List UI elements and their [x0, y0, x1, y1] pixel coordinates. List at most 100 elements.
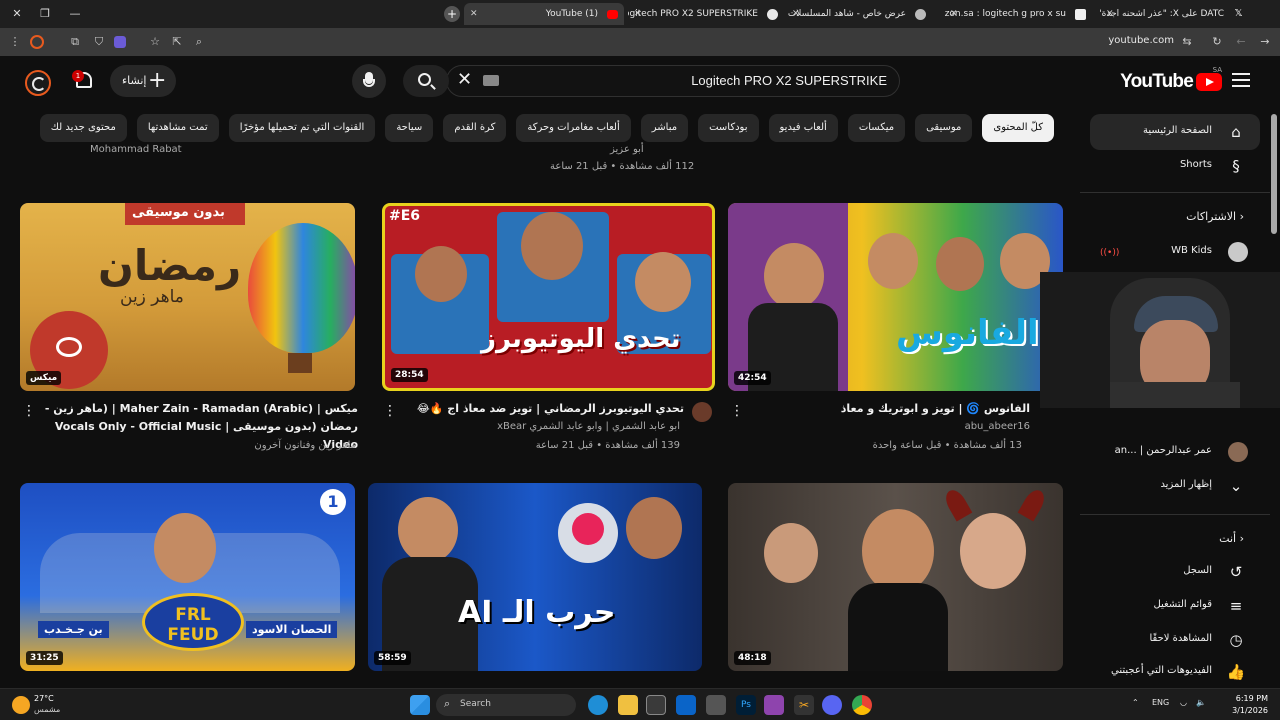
scroll-thumb[interactable]: [1271, 114, 1277, 234]
video-channel[interactable]: ماهر زين وفنانون آخرون: [40, 440, 356, 451]
store-icon[interactable]: [646, 695, 666, 715]
channel-avatar[interactable]: [692, 402, 712, 422]
discord-icon[interactable]: [822, 695, 842, 715]
sidebar-item-label: المشاهدة لاحقًا: [1149, 633, 1212, 644]
sidebar-show-more[interactable]: ⌄ إظهار المزيد: [1090, 468, 1260, 504]
sidebar-scrollbar[interactable]: [1271, 108, 1277, 688]
chip-tourism[interactable]: سياحة: [385, 114, 434, 142]
chip-recently-uploaded[interactable]: القنوات التي تم تحميلها مؤخرًا: [228, 114, 376, 142]
account-avatar[interactable]: [25, 70, 51, 96]
sidebar-you-heading[interactable]: أنت ›: [1219, 532, 1244, 545]
video-thumbnail[interactable]: الفانوس 42:54: [728, 203, 1063, 391]
back-icon[interactable]: →: [1256, 33, 1274, 51]
language-indicator[interactable]: ENG: [1152, 698, 1169, 707]
chip-football[interactable]: كرة القدم: [443, 114, 507, 142]
editor-icon[interactable]: [764, 695, 784, 715]
minimize-window-icon[interactable]: —: [64, 4, 86, 24]
video-title[interactable]: تحدي اليوتيوبرز الرمضاني | تويز ضد معاذ …: [400, 400, 684, 418]
capcut-icon[interactable]: ✂: [794, 695, 814, 715]
tab-amazon[interactable]: ✕ Amazon.sa : logitech g pro x su: [944, 3, 1092, 25]
clock-icon: ◷: [1229, 631, 1243, 649]
devil-horn-icon: [1017, 486, 1049, 522]
chip-mixes[interactable]: ميكسات: [847, 114, 906, 142]
more-actions-icon[interactable]: ⋮: [383, 403, 397, 419]
chip-video-games[interactable]: ألعاب فيديو: [768, 114, 838, 142]
chip-watched[interactable]: تمت مشاهدتها: [136, 114, 219, 142]
chip-action-adventure[interactable]: ألعاب مغامرات وحركة: [516, 114, 631, 142]
tab-youtube[interactable]: ✕ (1) YouTube: [464, 3, 624, 25]
restore-window-icon[interactable]: ❐: [34, 4, 56, 24]
menu-dots-icon[interactable]: ⋮: [6, 33, 24, 51]
tab-shahid[interactable]: ✕ عرض خاص - شاهد المسلسلات و: [786, 3, 932, 25]
more-actions-icon[interactable]: ⋮: [22, 403, 36, 419]
sidebar-item-home[interactable]: ⌂ الصفحة الرئيسية: [1090, 114, 1260, 150]
taskbar-search[interactable]: ⌕ Search: [436, 694, 576, 716]
search-button[interactable]: [403, 65, 449, 97]
edge-icon[interactable]: [588, 695, 608, 715]
tab-close-icon[interactable]: ✕: [634, 3, 642, 25]
clear-search-icon[interactable]: ✕: [457, 69, 472, 90]
video-thumbnail[interactable]: 1 FRL FEUD الحصان الاسود بن جـخـدب 31:25: [20, 483, 355, 671]
chip-music[interactable]: موسيقى: [915, 114, 973, 142]
profile-icon[interactable]: [30, 35, 44, 49]
search-input[interactable]: Logitech PRO X2 SUPERSTRIKE ✕: [446, 65, 900, 97]
wifi-icon[interactable]: ◡: [1180, 698, 1187, 707]
photoshop-icon[interactable]: Ps: [736, 695, 756, 715]
video-thumbnail[interactable]: حرب الـ AI 58:59: [368, 483, 702, 671]
zoom-icon[interactable]: ⌕: [190, 33, 208, 51]
sidebar-item-watch-later[interactable]: ◷ المشاهدة لاحقًا: [1090, 622, 1260, 658]
thumb-subtitle-text: ماهر زين: [120, 287, 184, 307]
voice-search-button[interactable]: [352, 64, 386, 98]
new-tab-button[interactable]: +: [444, 6, 460, 22]
chip-new-to-you[interactable]: محتوى جديد لك: [39, 114, 127, 142]
chip-podcasts[interactable]: بودكاست: [698, 114, 759, 142]
system-clock[interactable]: 6:19 PM 3/1/2026: [1232, 693, 1268, 717]
create-button[interactable]: + إنشاء: [110, 65, 176, 97]
tab-logitech[interactable]: ✕ Logitech PRO X2 SUPERSTRIKE: [628, 3, 784, 25]
video-title[interactable]: الفانوس 🌀 | تويز و ابوتريك و معاذ: [760, 400, 1030, 418]
more-actions-icon[interactable]: ⋮: [730, 403, 744, 419]
close-window-icon[interactable]: ✕: [6, 4, 28, 24]
keyboard-icon[interactable]: [483, 75, 499, 86]
file-explorer-icon[interactable]: [618, 695, 638, 715]
hamburger-menu-icon[interactable]: [1232, 73, 1250, 87]
search-query-text[interactable]: Logitech PRO X2 SUPERSTRIKE: [691, 73, 887, 88]
video-thumbnail[interactable]: #E6 تحدي اليوتيوبرز 28:54: [382, 203, 715, 391]
video-channel[interactable]: abu_abeer16: [760, 421, 1030, 432]
share-icon[interactable]: ⇱: [168, 33, 186, 51]
sidebar-item-history[interactable]: ↺ السجل: [1090, 554, 1260, 590]
chip-all[interactable]: كلّ المحتوى: [982, 114, 1054, 142]
calculator-icon[interactable]: [706, 695, 726, 715]
chip-live[interactable]: مباشر: [640, 114, 689, 142]
tab-close-icon[interactable]: ✕: [950, 3, 958, 25]
tab-close-icon[interactable]: ✕: [792, 3, 800, 25]
youtube-logo[interactable]: YouTube: [1120, 71, 1222, 93]
site-settings-icon[interactable]: ⇆: [1178, 33, 1196, 51]
weather-widget[interactable]: 27°C مشمس: [12, 694, 72, 716]
url-text[interactable]: youtube.com: [1108, 35, 1174, 46]
sidebar-item-playlists[interactable]: ≡ قوائم التشغيل: [1090, 588, 1260, 624]
windows-start-icon[interactable]: [410, 695, 430, 715]
chrome-icon[interactable]: [852, 695, 872, 715]
tab-x[interactable]: ✕ DATC على X: "عذر اشحنه اجدة" (1) 𝕏: [1100, 3, 1250, 25]
video-thumbnail[interactable]: بدون موسيقى رمضان ماهر زين ميكس: [20, 203, 355, 391]
mail-icon[interactable]: [676, 695, 696, 715]
bookmark-star-icon[interactable]: ☆: [146, 33, 164, 51]
forward-icon[interactable]: ←: [1232, 33, 1250, 51]
sidebar-item-liked[interactable]: 👍 الفيديوهات التي أعجبتني: [1090, 654, 1260, 690]
sidebar-item-label: an... | عمر عبدالرحمن: [1114, 445, 1212, 456]
history-icon: ↺: [1229, 563, 1243, 581]
shield-icon[interactable]: ⛉: [90, 33, 108, 51]
volume-icon[interactable]: 🔈: [1196, 698, 1206, 707]
video-thumbnail[interactable]: 48:18: [728, 483, 1063, 671]
reload-icon[interactable]: ↻: [1208, 33, 1226, 51]
tab-close-icon[interactable]: ✕: [1106, 3, 1114, 25]
sidebar-subscriptions-heading[interactable]: الاشتراكات ›: [1186, 210, 1244, 223]
extension-purple-icon[interactable]: [114, 36, 126, 48]
video-channel[interactable]: ابو عابد الشمري | وابو عابد الشمري xBear: [400, 421, 680, 432]
sidebar-item-shorts[interactable]: § Shorts: [1090, 148, 1260, 184]
extensions-icon[interactable]: ⧉: [66, 33, 84, 51]
tray-chevron-icon[interactable]: ⌃: [1132, 698, 1139, 707]
weather-condition: مشمس: [34, 705, 61, 714]
tab-close-icon[interactable]: ✕: [470, 3, 478, 25]
